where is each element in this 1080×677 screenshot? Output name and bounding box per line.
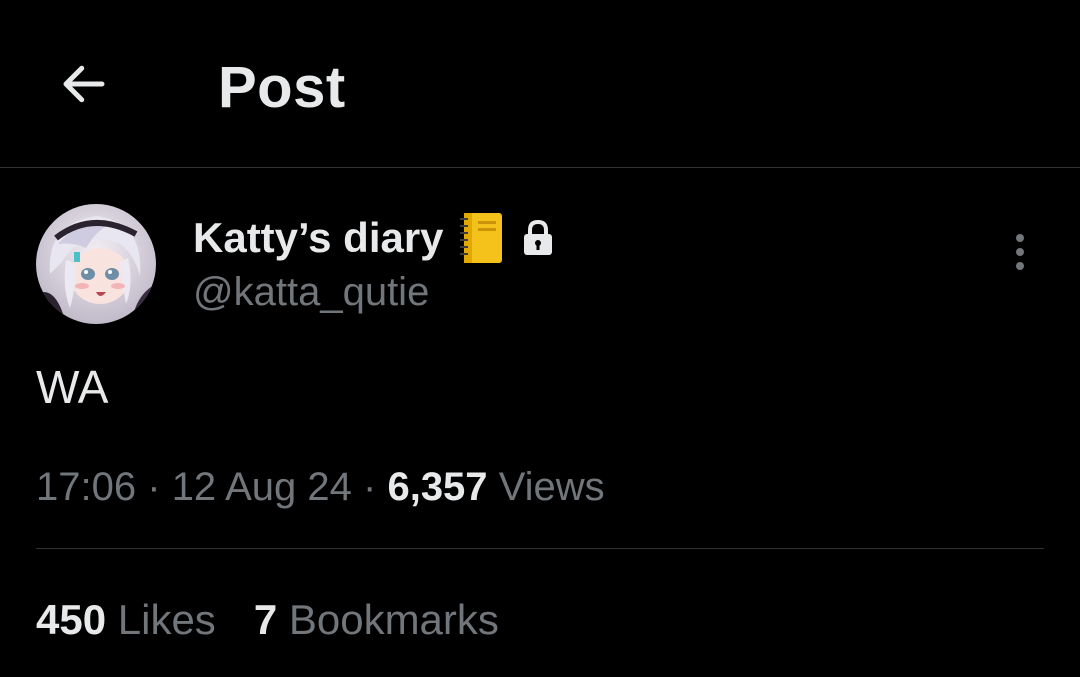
likes-count: 450 (36, 596, 107, 643)
likes-stat[interactable]: 450 Likes (36, 594, 216, 646)
lock-icon (522, 219, 554, 256)
views-count: 6,357 (387, 465, 488, 509)
post-meta: 17:06 · 12 Aug 24 · 6,357 Views (36, 462, 605, 512)
meta-separator: · (147, 465, 161, 509)
top-bar: Post (0, 0, 1080, 168)
more-options-button[interactable] (996, 226, 1044, 278)
page-title: Post (218, 55, 346, 120)
likes-label: Likes (117, 596, 216, 643)
views-label: Views (498, 465, 605, 509)
post-date[interactable]: 12 Aug 24 (172, 465, 352, 509)
avatar[interactable] (36, 204, 156, 324)
notebook-emoji-icon (458, 211, 504, 265)
anime-girl-avatar-image (36, 204, 156, 324)
meta-separator: · (363, 465, 377, 509)
back-button[interactable] (52, 52, 116, 116)
engagement-stats: 450 Likes 7 Bookmarks (36, 594, 537, 646)
bookmarks-stat[interactable]: 7 Bookmarks (254, 594, 499, 646)
bookmarks-label: Bookmarks (288, 596, 499, 643)
author-display-name: Katty’s diary (193, 214, 444, 261)
arrow-left-icon (63, 65, 105, 103)
bookmarks-count: 7 (253, 596, 278, 643)
post-text: WA (36, 361, 109, 413)
post-time[interactable]: 17:06 (36, 465, 136, 509)
author-handle[interactable]: @katta_qutie (193, 268, 429, 316)
more-vertical-icon (1016, 234, 1024, 270)
divider (36, 548, 1044, 549)
author-name-row[interactable]: Katty’s diary (193, 210, 554, 266)
